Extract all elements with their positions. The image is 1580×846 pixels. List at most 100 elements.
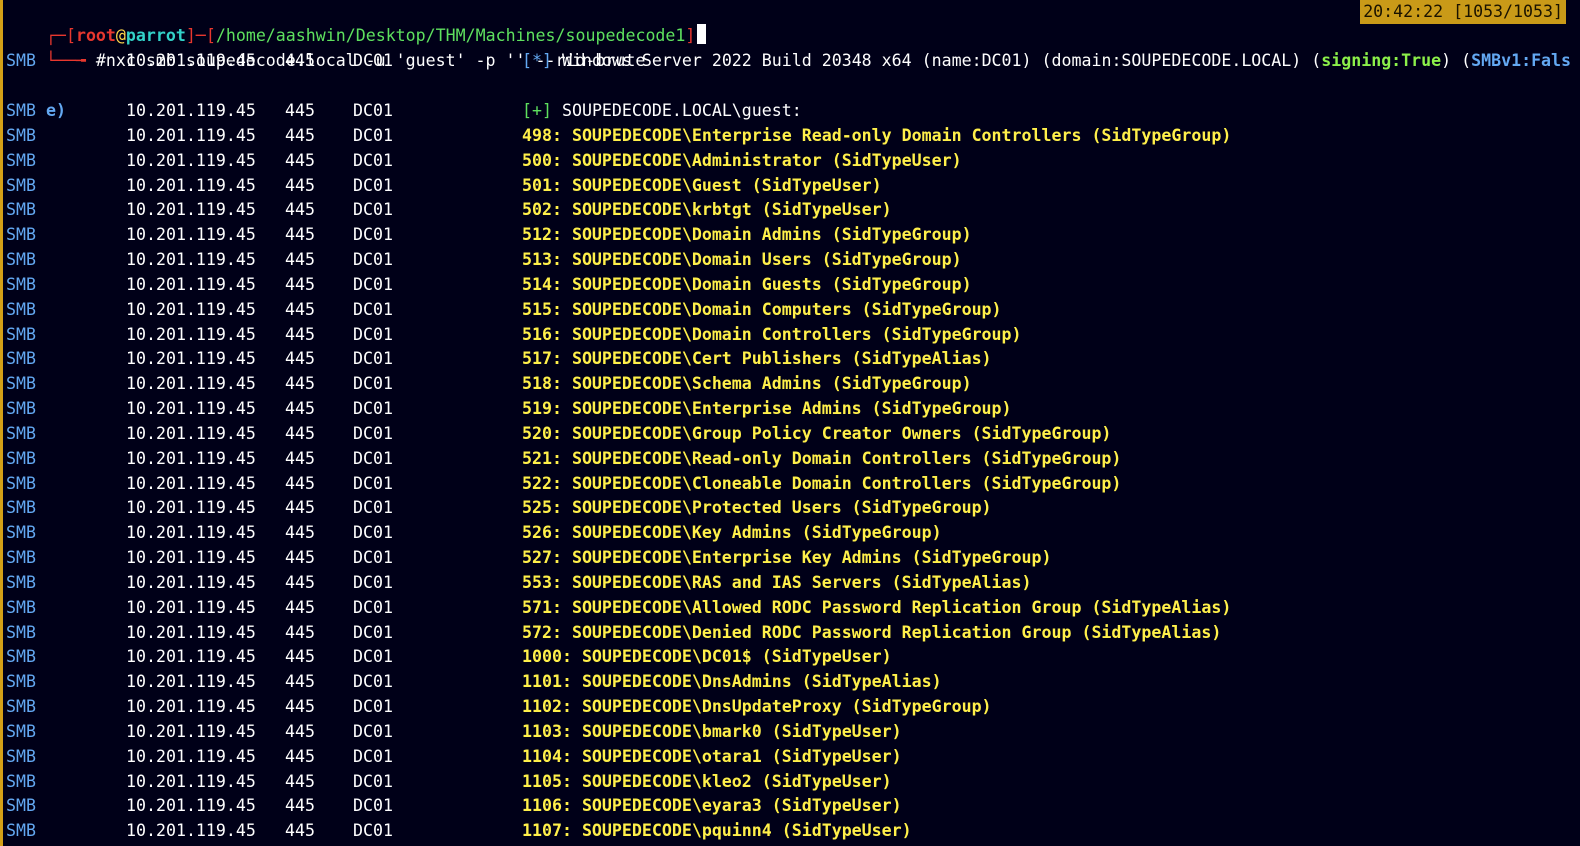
table-row: SMB 10.201.119.45 445 DC01 527: SOUPEDECODE\…: [6, 545, 1576, 570]
table-row: SMB 10.201.119.45 445 DC01 526: SOUPEDECODE\…: [6, 520, 1576, 545]
port-cell: 445: [285, 597, 315, 617]
rid-entry: 500: SOUPEDECODE\Administrator (SidTypeU…: [522, 150, 962, 170]
host-cell: DC01: [353, 647, 393, 667]
table-row: SMB 10.201.119.45 445 DC01 518: SOUPEDECODE\…: [6, 371, 1576, 396]
table-row: SMB 10.201.119.45 445 DC01 1000: SOUPEDECODE…: [6, 644, 1576, 669]
info-text-b: ) (: [1441, 51, 1472, 70]
rid-entry: 513: SOUPEDECODE\Domain Users (SidTypeGr…: [522, 250, 962, 270]
port-cell: 445: [285, 225, 315, 245]
table-row: SMB 10.201.119.45 445 DC01 1104: SOUPEDECODE…: [6, 744, 1576, 769]
rid-entry: 1107: SOUPEDECODE\pquinn4 (SidTypeUser): [522, 821, 912, 841]
port-cell: 445: [285, 374, 315, 394]
table-row: SMB 10.201.119.45 445 DC01 571: SOUPEDECODE\…: [6, 595, 1576, 620]
table-row: SMB 10.201.119.45 445 DC01 1102: SOUPEDECODE…: [6, 694, 1576, 719]
ip-cell: 10.201.119.45: [126, 672, 256, 692]
ip-cell: 10.201.119.45: [126, 796, 256, 816]
table-row: SMB 10.201.119.45 445 DC01 517: SOUPEDECODE\…: [6, 346, 1576, 371]
rid-entry: 515: SOUPEDECODE\Domain Computers (SidTy…: [522, 299, 1002, 319]
proto-cell: SMB: [6, 697, 36, 717]
rid-entry: 522: SOUPEDECODE\Cloneable Domain Contro…: [522, 473, 1122, 493]
proto-cell: SMB: [6, 175, 36, 195]
proto-cell: SMB: [6, 299, 36, 319]
host-cell: DC01: [353, 746, 393, 766]
proto-cell: SMB: [6, 374, 36, 394]
host-cell: DC01: [353, 225, 393, 245]
port-cell: 445: [285, 299, 315, 319]
ip-cell: 10.201.119.45: [126, 324, 256, 344]
proto-cell: SMB: [6, 821, 36, 841]
port-cell: 445: [285, 548, 315, 568]
proto-cell: SMB: [6, 622, 36, 642]
success-marker: [+]: [522, 101, 552, 120]
ip-cell: 10.201.119.45: [126, 175, 256, 195]
proto-cell: SMB: [6, 250, 36, 270]
host-cell: DC01: [353, 721, 393, 741]
proto-cell: SMB: [6, 572, 36, 592]
host-cell: DC01: [353, 523, 393, 543]
port-cell: 445: [285, 572, 315, 592]
ip-cell: 10.201.119.45: [126, 473, 256, 493]
host-cell: DC01: [353, 423, 393, 443]
table-row: SMB 10.201.119.45 445 DC01 572: SOUPEDECODE\…: [6, 620, 1576, 645]
rid-entry: 1102: SOUPEDECODE\DnsUpdateProxy (SidTyp…: [522, 697, 992, 717]
rid-entry: 1000: SOUPEDECODE\DC01$ (SidTypeUser): [522, 647, 892, 667]
port-cell: 445: [285, 324, 315, 344]
table-row: SMB 10.201.119.45 445 DC01 502: SOUPEDECODE\…: [6, 197, 1576, 222]
rid-entry: 571: SOUPEDECODE\Allowed RODC Password R…: [522, 597, 1232, 617]
smbv1-flag: SMBv1:Fals: [1471, 51, 1572, 70]
ip-cell: 10.201.119.45: [126, 448, 256, 468]
port-cell: 445: [285, 200, 315, 220]
terminal-left-edge: [0, 0, 3, 846]
auth-message: [+] SOUPEDECODE.LOCAL\guest:: [522, 98, 802, 123]
info-marker: [*]: [522, 51, 552, 70]
terminal-window[interactable]: ┌─[root@parrot]─[/home/aashwin/Desktop/T…: [0, 0, 1580, 846]
rid-entry: 553: SOUPEDECODE\RAS and IAS Servers (Si…: [522, 572, 1032, 592]
port-cell: 445: [285, 647, 315, 667]
host-cell: DC01: [353, 175, 393, 195]
port-cell: 445: [285, 746, 315, 766]
port-cell: 445: [285, 51, 315, 70]
command-line[interactable]: └──╼ #nxc smb soupedecode.local -u 'gues…: [6, 23, 645, 70]
proto-cell: SMB: [6, 126, 36, 145]
table-row: SMB 10.201.119.45 445 DC01 1107: SOUPEDECODE…: [6, 818, 1576, 843]
proto-cell: SMB: [6, 225, 36, 245]
rid-entry: 526: SOUPEDECODE\Key Admins (SidTypeGrou…: [522, 523, 942, 543]
proto-cell: SMB: [6, 498, 36, 518]
host-cell: DC01: [353, 324, 393, 344]
table-row: SMB 10.201.119.45 445 DC01 519: SOUPEDECODE\…: [6, 396, 1576, 421]
ip-cell: 10.201.119.45: [126, 250, 256, 270]
output-line-info: SMB 10.201.119.45 445 DC01 [*] Windows S…: [6, 48, 1576, 73]
ip-cell: 10.201.119.45: [126, 225, 256, 245]
proto-cell: SMB: [6, 399, 36, 419]
proto-cell: SMB: [6, 448, 36, 468]
host-cell: DC01: [353, 150, 393, 170]
rid-entry: 518: SOUPEDECODE\Schema Admins (SidTypeG…: [522, 374, 972, 394]
ip-cell: 10.201.119.45: [126, 374, 256, 394]
host-cell: DC01: [353, 250, 393, 270]
host-cell: DC01: [353, 473, 393, 493]
table-row: SMB 10.201.119.45 445 DC01 498: SOUPEDECODE\…: [6, 123, 1576, 148]
prompt-close-bracket: ]: [685, 26, 696, 45]
ip-cell: 10.201.119.45: [126, 771, 256, 791]
host-cell: DC01: [353, 771, 393, 791]
table-row: SMB 10.201.119.45 445 DC01 521: SOUPEDECODE\…: [6, 446, 1576, 471]
ip-cell: 10.201.119.45: [126, 51, 256, 70]
table-row: SMB 10.201.119.45 445 DC01 520: SOUPEDECODE\…: [6, 421, 1576, 446]
auth-text: SOUPEDECODE.LOCAL\guest:: [551, 101, 802, 120]
prompt-line: ┌─[root@parrot]─[/home/aashwin/Desktop/T…: [6, 0, 707, 45]
ip-cell: 10.201.119.45: [126, 697, 256, 717]
host-cell: DC01: [353, 597, 393, 617]
rid-entry: 1105: SOUPEDECODE\kleo2 (SidTypeUser): [522, 771, 892, 791]
host-cell: DC01: [353, 349, 393, 369]
ip-cell: 10.201.119.45: [126, 274, 256, 294]
ip-cell: 10.201.119.45: [126, 572, 256, 592]
table-row: SMB 10.201.119.45 445 DC01 522: SOUPEDECODE\…: [6, 471, 1576, 496]
port-cell: 445: [285, 771, 315, 791]
table-row: SMB 10.201.119.45 445 DC01 513: SOUPEDECODE\…: [6, 247, 1576, 272]
ip-cell: 10.201.119.45: [126, 200, 256, 220]
host-cell: DC01: [353, 672, 393, 692]
table-row: SMB 10.201.119.45 445 DC01 553: SOUPEDECODE\…: [6, 570, 1576, 595]
proto-cell: SMB: [6, 672, 36, 692]
host-cell: DC01: [353, 374, 393, 394]
port-cell: 445: [285, 697, 315, 717]
